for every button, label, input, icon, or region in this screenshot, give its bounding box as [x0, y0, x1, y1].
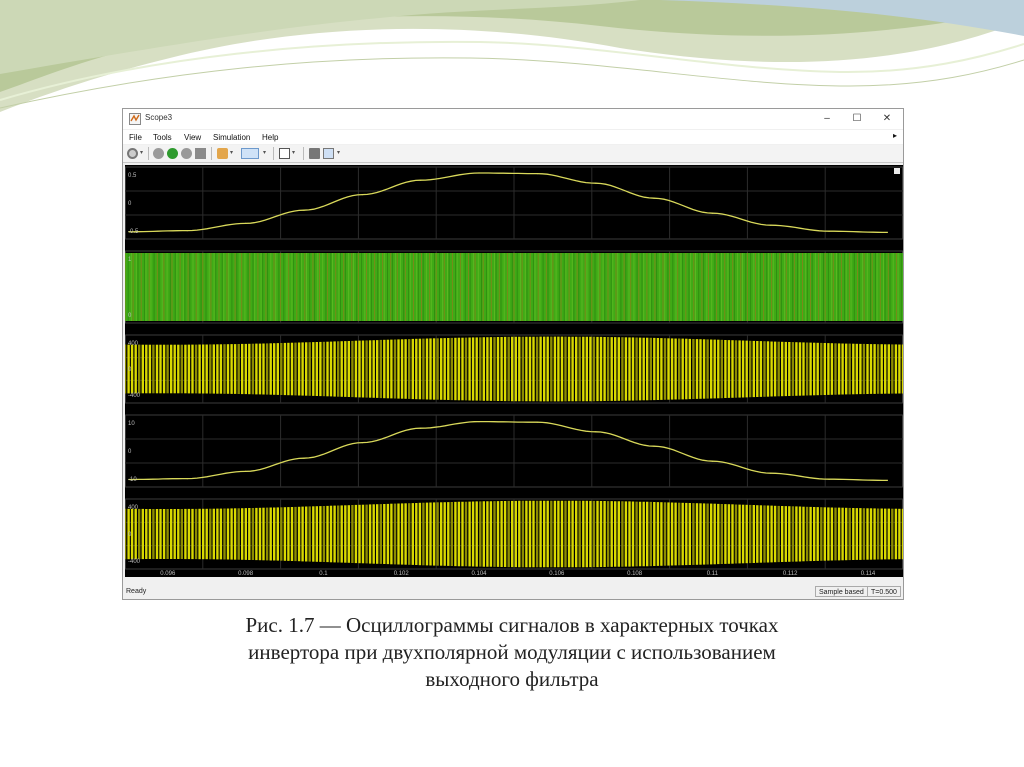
data-point — [770, 224, 772, 226]
y-tick-label: -400 — [128, 393, 141, 399]
y-tick-label: 400 — [128, 505, 139, 511]
sim-time: T=0.500 — [867, 586, 901, 597]
scope-plot-area: 0.50-0.5104000-400100-104000-4000.096 0.0… — [125, 165, 903, 577]
data-point — [420, 427, 422, 429]
y-tick-label: 400 — [128, 341, 139, 347]
figure-caption: Рис. 1.7 — Осциллограммы сигналов в хара… — [150, 612, 874, 693]
data-point — [770, 472, 772, 474]
menu-file[interactable]: File — [129, 133, 142, 142]
filtered-output-line — [128, 420, 888, 482]
data-point — [245, 222, 247, 224]
chevron-down-icon[interactable]: ▾ — [230, 148, 233, 159]
close-button[interactable]: ✕ — [873, 111, 901, 127]
expand-icon — [894, 168, 900, 174]
data-point — [595, 431, 597, 433]
data-point — [886, 479, 889, 481]
data-point — [186, 478, 188, 480]
toolbar: ▾ ▾ ▾ ▾ ▾ — [123, 145, 903, 163]
menu-help[interactable]: Help — [262, 133, 278, 142]
toolbar-separator — [211, 147, 212, 160]
data-point — [595, 182, 597, 184]
x-tick-label: 0.114 — [861, 571, 876, 577]
highlight-icon[interactable] — [217, 148, 228, 159]
data-point — [828, 230, 830, 232]
chevron-down-icon[interactable]: ▾ — [292, 148, 295, 159]
status-bar: Ready Sample based T=0.500 — [123, 585, 903, 599]
x-tick-label: 0.1 — [319, 571, 328, 577]
zoom-fit-icon[interactable] — [279, 148, 290, 159]
chevron-down-icon[interactable]: ▾ — [140, 148, 143, 159]
scope-app-icon — [129, 113, 141, 125]
y-tick-label: -400 — [128, 559, 141, 565]
caption-line: выходного фильтра — [425, 667, 599, 691]
y-tick-label: 0 — [128, 201, 132, 207]
data-point — [245, 470, 247, 472]
y-tick-label: 10 — [128, 421, 135, 427]
maximize-button[interactable]: ☐ — [843, 111, 871, 127]
step-forward-icon[interactable] — [181, 148, 192, 159]
data-point — [886, 231, 889, 233]
cursor-measure-icon[interactable] — [241, 148, 259, 159]
toolbar-separator — [303, 147, 304, 160]
menu-tools[interactable]: Tools — [153, 133, 172, 142]
data-point — [536, 173, 538, 175]
data-point — [420, 179, 422, 181]
reference-line — [128, 172, 888, 234]
x-tick-label: 0.11 — [707, 571, 719, 577]
data-point — [536, 421, 538, 423]
x-tick-label: 0.096 — [160, 571, 176, 577]
toolbar-separator — [273, 147, 274, 160]
sample-mode: Sample based — [815, 586, 868, 597]
data-point — [186, 230, 188, 232]
stop-icon[interactable] — [195, 148, 206, 159]
y-tick-label: 0 — [128, 449, 132, 455]
step-back-icon[interactable] — [153, 148, 164, 159]
data-point — [828, 478, 830, 480]
data-point — [711, 460, 714, 462]
y-tick-label: 0.5 — [128, 173, 137, 179]
menu-simulation[interactable]: Simulation — [213, 133, 250, 142]
chevron-down-icon[interactable]: ▾ — [337, 148, 340, 159]
x-tick-label: 0.102 — [394, 571, 410, 577]
data-point — [361, 194, 363, 196]
data-point — [303, 209, 305, 211]
caption-line: инвертора при двухполярной модуляции с и… — [248, 640, 776, 664]
data-point — [361, 442, 363, 444]
x-tick-label: 0.108 — [627, 571, 643, 577]
menu-bar: File Tools View Simulation Help ▸ — [123, 130, 903, 144]
scope-window: Scope3 – ☐ ✕ File Tools View Simulation … — [122, 108, 904, 600]
y-tick-label: -0.5 — [128, 229, 139, 235]
x-tick-label: 0.106 — [549, 571, 565, 577]
data-point — [478, 172, 480, 174]
menu-overflow-icon[interactable]: ▸ — [893, 131, 897, 140]
data-point — [303, 457, 305, 459]
data-point — [711, 212, 714, 214]
data-point — [653, 197, 655, 199]
y-tick-label: -10 — [128, 477, 137, 483]
x-tick-label: 0.104 — [471, 571, 487, 577]
data-point — [478, 421, 480, 423]
title-bar: Scope3 – ☐ ✕ — [123, 109, 903, 129]
window-title: Scope3 — [145, 113, 173, 122]
autoscale-icon[interactable] — [309, 148, 320, 159]
run-icon[interactable] — [167, 148, 178, 159]
status-text: Ready — [126, 588, 147, 595]
edit-icon[interactable] — [323, 148, 334, 159]
gear-icon[interactable] — [127, 148, 138, 159]
toolbar-separator — [148, 147, 149, 160]
data-point — [653, 445, 655, 447]
caption-line: Рис. 1.7 — Осциллограммы сигналов в хара… — [245, 613, 779, 637]
menu-view[interactable]: View — [184, 133, 201, 142]
chevron-down-icon[interactable]: ▾ — [263, 148, 266, 159]
minimize-button[interactable]: – — [813, 111, 841, 127]
x-tick-label: 0.098 — [238, 571, 254, 577]
x-tick-label: 0.112 — [783, 571, 798, 577]
